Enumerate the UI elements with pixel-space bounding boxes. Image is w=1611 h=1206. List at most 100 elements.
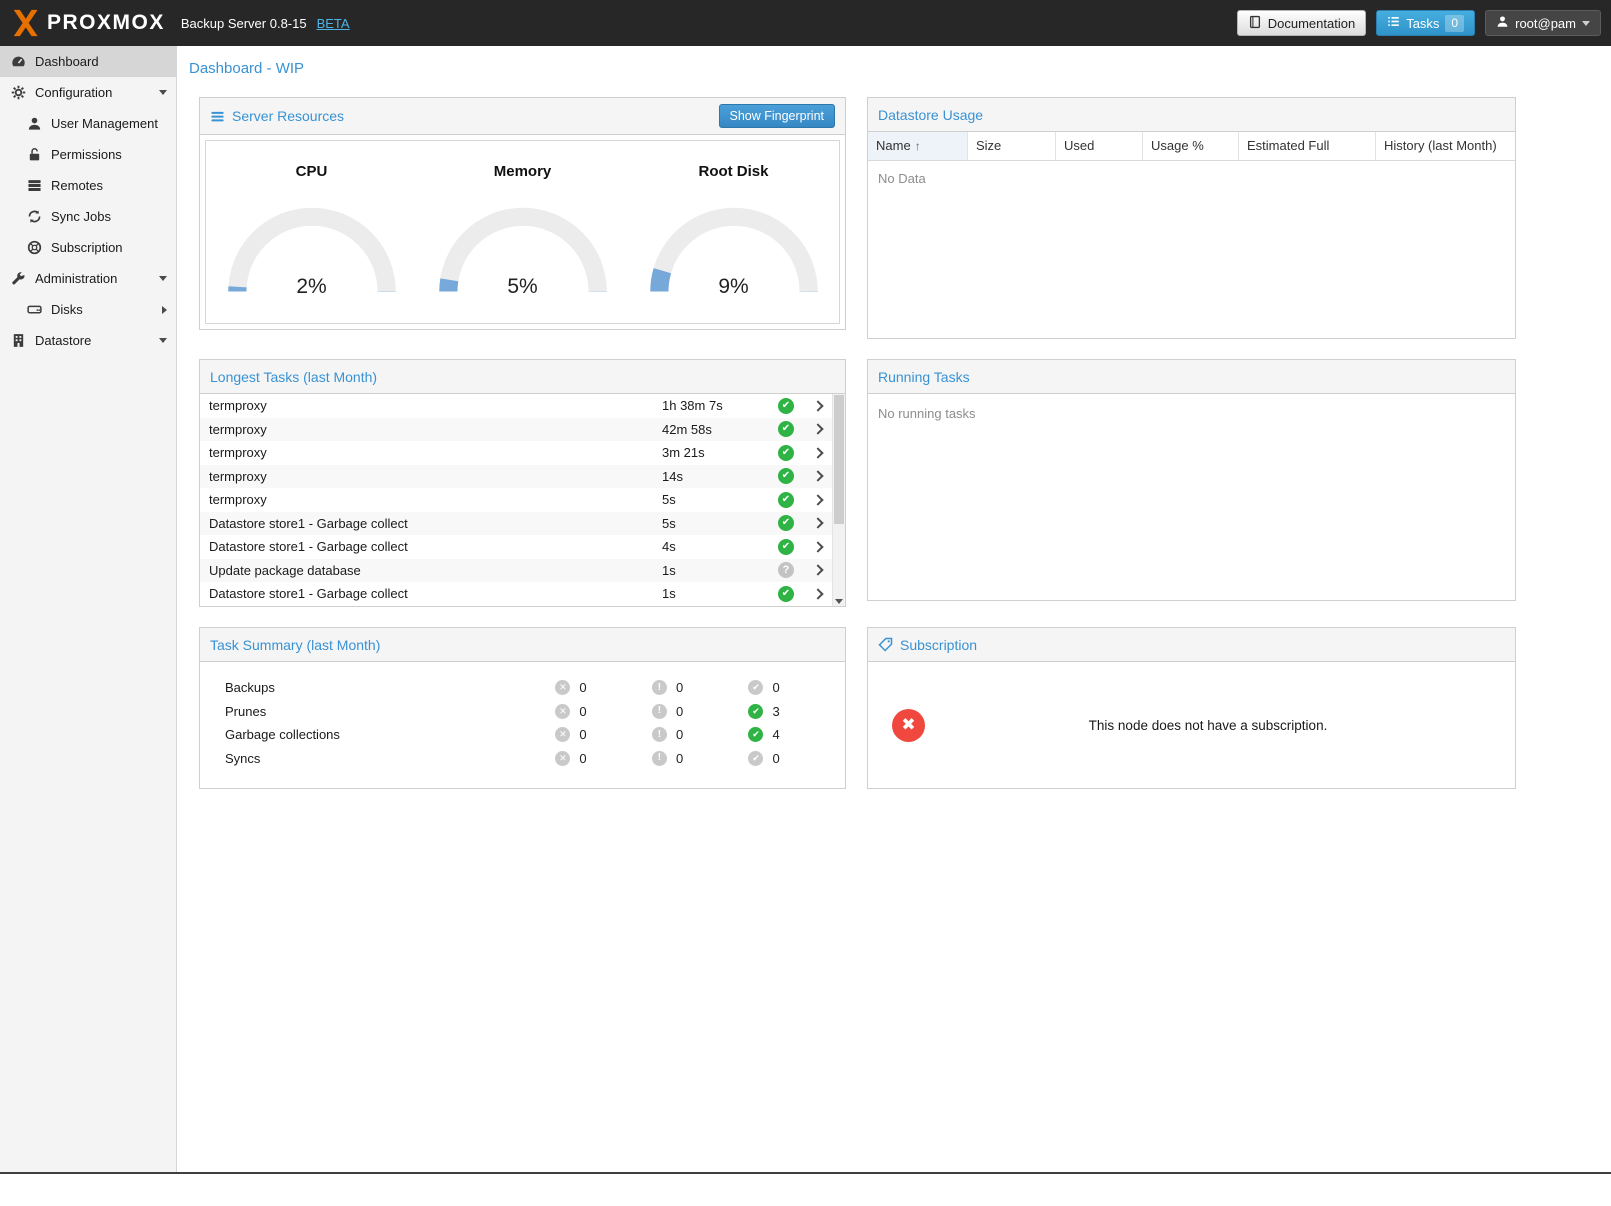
tasks-count-badge: 0: [1445, 15, 1464, 32]
column-header-size[interactable]: Size: [968, 132, 1056, 160]
sidebar-item-administration[interactable]: Administration: [0, 263, 176, 294]
task-status-icon: [778, 539, 794, 555]
sidebar: Dashboard Configuration User Management …: [0, 46, 177, 1172]
sidebar-item-label: Permissions: [51, 147, 122, 162]
chevron-right-icon[interactable]: [804, 496, 832, 504]
sidebar-item-remotes[interactable]: Remotes: [0, 170, 176, 201]
show-fingerprint-button[interactable]: Show Fingerprint: [719, 104, 836, 128]
expand-caret-icon[interactable]: [162, 306, 167, 314]
chevron-right-icon[interactable]: [804, 519, 832, 527]
sidebar-item-disks[interactable]: Disks: [0, 294, 176, 325]
sidebar-item-subscription[interactable]: Subscription: [0, 232, 176, 263]
column-header-history[interactable]: History (last Month): [1376, 132, 1515, 160]
task-name: termproxy: [209, 422, 662, 437]
sidebar-item-dashboard[interactable]: Dashboard: [0, 46, 176, 77]
longest-tasks-list: termproxy 1h 38m 7s termproxy 42m 58s: [200, 394, 845, 606]
chevron-right-icon[interactable]: [804, 566, 832, 574]
sidebar-item-permissions[interactable]: Permissions: [0, 139, 176, 170]
scrollbar[interactable]: [832, 394, 845, 606]
memory-gauge-value: 5%: [432, 275, 614, 299]
longest-tasks-panel: Longest Tasks (last Month) termproxy 1h …: [199, 359, 846, 607]
collapse-caret-icon[interactable]: [159, 276, 167, 281]
chevron-right-icon[interactable]: [804, 543, 832, 551]
sidebar-item-label: Disks: [51, 302, 83, 317]
sidebar-item-label: Remotes: [51, 178, 103, 193]
task-name: termproxy: [209, 398, 662, 413]
summary-row-backups: Backups 0 0 0: [225, 676, 845, 700]
subscription-panel: Subscription ✖ This node does not have a…: [867, 627, 1516, 789]
datastore-usage-panel: Datastore Usage Name ↑ Size Used Usage %: [867, 97, 1516, 339]
proxmox-x-icon: [10, 8, 40, 38]
task-duration: 42m 58s: [662, 422, 768, 437]
column-header-usage-percent[interactable]: Usage %: [1143, 132, 1239, 160]
task-status-icon: [778, 515, 794, 531]
unlock-icon: [27, 147, 42, 162]
chevron-right-icon[interactable]: [804, 449, 832, 457]
task-row[interactable]: Datastore store1 - Garbage collect 1s: [200, 582, 832, 606]
top-bar: PROXMOX Backup Server 0.8-15 BETA Docume…: [0, 0, 1611, 46]
subscription-message: This node does not have a subscription.: [925, 718, 1491, 733]
tasks-button[interactable]: Tasks 0: [1376, 10, 1475, 36]
warning-circle-icon: [652, 704, 667, 719]
collapse-caret-icon[interactable]: [159, 90, 167, 95]
column-header-used[interactable]: Used: [1056, 132, 1143, 160]
task-row[interactable]: termproxy 42m 58s: [200, 418, 832, 442]
tasks-label: Tasks: [1406, 16, 1439, 31]
running-tasks-panel: Running Tasks No running tasks: [867, 359, 1516, 601]
task-duration: 4s: [662, 539, 768, 554]
task-row[interactable]: termproxy 5s: [200, 488, 832, 512]
root-disk-gauge: Root Disk 9%: [628, 163, 839, 301]
error-count: 0: [579, 751, 586, 766]
error-circle-icon: [555, 704, 570, 719]
task-name: termproxy: [209, 469, 662, 484]
sidebar-item-configuration[interactable]: Configuration: [0, 77, 176, 108]
user-icon: [1496, 15, 1509, 31]
ok-circle-icon: [748, 727, 763, 742]
book-icon: [1248, 15, 1262, 32]
task-row[interactable]: Datastore store1 - Garbage collect 5s: [200, 512, 832, 536]
chevron-right-icon[interactable]: [804, 425, 832, 433]
sidebar-item-user-management[interactable]: User Management: [0, 108, 176, 139]
memory-gauge-label: Memory: [417, 163, 628, 180]
task-summary-body: Backups 0 0 0 Prunes 0 0 3 Garbage colle…: [200, 662, 845, 788]
error-circle-icon: [555, 751, 570, 766]
task-row[interactable]: Update package database 1s: [200, 559, 832, 583]
scrollbar-thumb[interactable]: [834, 395, 844, 524]
subscription-header: Subscription: [868, 628, 1515, 662]
chevron-right-icon[interactable]: [804, 472, 832, 480]
wrench-icon: [11, 271, 26, 286]
task-row[interactable]: Datastore store1 - Garbage collect 4s: [200, 535, 832, 559]
task-name: termproxy: [209, 445, 662, 460]
task-row[interactable]: termproxy 1h 38m 7s: [200, 394, 832, 418]
scrollbar-down-button[interactable]: [833, 599, 845, 604]
beta-link[interactable]: BETA: [317, 16, 350, 31]
documentation-button[interactable]: Documentation: [1237, 10, 1366, 36]
ok-circle-icon: [748, 751, 763, 766]
task-row[interactable]: termproxy 14s: [200, 465, 832, 489]
cpu-gauge-value: 2%: [221, 275, 403, 299]
sidebar-item-sync-jobs[interactable]: Sync Jobs: [0, 201, 176, 232]
user-icon: [27, 116, 42, 131]
datastore-usage-empty-text: No Data: [868, 161, 1515, 338]
column-header-name[interactable]: Name ↑: [868, 132, 968, 160]
ok-count: 0: [772, 751, 779, 766]
user-menu-button[interactable]: root@pam: [1485, 10, 1601, 36]
chevron-right-icon[interactable]: [804, 402, 832, 410]
task-duration: 14s: [662, 469, 768, 484]
dashboard-grid: Server Resources Show Fingerprint CPU: [177, 85, 1611, 789]
chevron-right-icon[interactable]: [804, 590, 832, 598]
app-window: PROXMOX Backup Server 0.8-15 BETA Docume…: [0, 0, 1611, 1174]
cpu-gauge: CPU 2%: [206, 163, 417, 301]
collapse-caret-icon[interactable]: [159, 338, 167, 343]
task-name: Datastore store1 - Garbage collect: [209, 539, 662, 554]
column-header-estimated-full[interactable]: Estimated Full: [1239, 132, 1376, 160]
root-disk-gauge-label: Root Disk: [628, 163, 839, 180]
ok-circle-icon: [748, 704, 763, 719]
error-circle-icon: [555, 680, 570, 695]
task-duration: 1h 38m 7s: [662, 398, 768, 413]
sidebar-item-datastore[interactable]: Datastore: [0, 325, 176, 356]
error-circle-icon: [555, 727, 570, 742]
task-row[interactable]: termproxy 3m 21s: [200, 441, 832, 465]
column-label: Name: [876, 138, 911, 153]
task-name: Update package database: [209, 563, 662, 578]
